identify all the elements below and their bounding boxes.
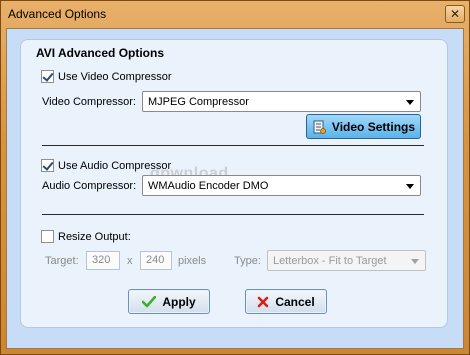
- close-icon: ✕: [449, 7, 461, 21]
- apply-button[interactable]: Apply: [128, 289, 210, 314]
- pixels-label: pixels: [178, 255, 207, 267]
- use-video-compressor-checkbox[interactable]: [41, 70, 54, 83]
- use-video-compressor-label: Use Video Compressor: [58, 70, 172, 83]
- use-video-compressor-row[interactable]: Use Video Compressor: [41, 70, 172, 83]
- resize-type-select[interactable]: Letterbox - Fit to Target: [267, 250, 426, 271]
- checkmark-icon: [142, 295, 157, 307]
- chevron-down-icon: [406, 100, 414, 105]
- audio-compressor-select[interactable]: WMAudio Encoder DMO: [142, 175, 421, 196]
- window-title: Advanced Options: [8, 7, 107, 21]
- times-label: x: [127, 255, 133, 267]
- apply-label: Apply: [162, 294, 196, 309]
- video-settings-label: Video Settings: [331, 119, 416, 134]
- resize-output-label: Resize Output:: [58, 230, 131, 243]
- divider: [42, 214, 424, 215]
- audio-compressor-label: Audio Compressor:: [42, 180, 137, 192]
- divider: [42, 145, 424, 146]
- video-compressor-value: MJPEG Compressor: [148, 96, 249, 108]
- audio-compressor-value: WMAudio Encoder DMO: [148, 180, 269, 192]
- resize-type-value: Letterbox - Fit to Target: [273, 255, 387, 267]
- target-width-input[interactable]: 320: [86, 251, 120, 270]
- section-heading: AVI Advanced Options: [36, 46, 165, 60]
- use-audio-compressor-checkbox[interactable]: [41, 159, 54, 172]
- chevron-down-icon: [406, 184, 414, 189]
- type-label: Type:: [234, 255, 261, 267]
- chevron-down-icon: [411, 259, 419, 264]
- resize-output-row[interactable]: Resize Output:: [41, 230, 131, 243]
- video-settings-button[interactable]: Video Settings: [306, 114, 421, 139]
- close-button[interactable]: ✕: [445, 5, 465, 23]
- settings-document-icon: [313, 120, 326, 134]
- resize-output-checkbox[interactable]: [41, 230, 54, 243]
- video-compressor-select[interactable]: MJPEG Compressor: [142, 91, 421, 112]
- cancel-label: Cancel: [275, 294, 315, 309]
- cancel-button[interactable]: Cancel: [245, 289, 327, 314]
- target-label: Target:: [45, 255, 79, 267]
- video-compressor-label: Video Compressor:: [42, 96, 136, 108]
- target-height-input[interactable]: 240: [140, 251, 172, 270]
- cancel-x-icon: [258, 296, 269, 307]
- title-bar[interactable]: Advanced Options ✕: [1, 1, 469, 27]
